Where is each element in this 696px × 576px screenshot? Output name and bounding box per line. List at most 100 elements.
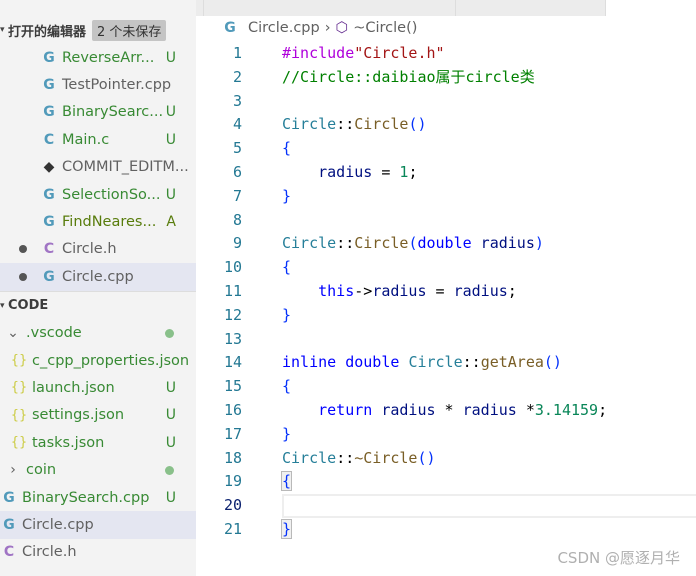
code-line[interactable]: 8 — [196, 209, 696, 233]
chevron-down-icon: ⌄ — [7, 325, 19, 342]
code-token: = — [372, 163, 400, 181]
code-text: Circle::~Circle() — [282, 447, 436, 471]
file-item[interactable]: G ReverseArr... U — [0, 44, 196, 71]
file-item[interactable]: G TestPointer.cpp — [0, 71, 196, 98]
file-item[interactable]: G BinarySearch.cpp U — [0, 484, 196, 511]
code-token: { — [282, 377, 292, 396]
code-token: radius — [318, 163, 373, 181]
code-line[interactable]: 21} — [196, 518, 696, 542]
code-line[interactable]: 12} — [196, 304, 696, 328]
code-token: ; — [408, 163, 418, 181]
code-token: //Circle::daibiao属于circle类 — [282, 67, 535, 86]
breadcrumb-symbol[interactable]: ~Circle() — [353, 20, 417, 36]
file-name: settings.json — [32, 407, 125, 424]
line-number: 21 — [223, 520, 242, 538]
code-token: () — [417, 448, 436, 467]
code-token: -> — [354, 282, 373, 300]
code-line[interactable]: 11 this->radius = radius; — [196, 280, 696, 304]
code-line[interactable]: 7} — [196, 185, 696, 209]
git-status: U — [165, 131, 176, 148]
file-name: BinarySearch.cpp — [22, 489, 150, 506]
code-line[interactable]: 1 #include"Circle.h" — [196, 42, 696, 66]
code-text: } — [280, 518, 293, 542]
watermark: CSDN @愿逐月华 — [557, 549, 680, 567]
line-number: 17 — [223, 424, 242, 443]
file-item[interactable]: ◆ COMMIT_EDITM... — [0, 154, 196, 181]
file-name: launch.json — [32, 379, 115, 396]
git-status: U — [165, 104, 176, 121]
cpp-file-icon: G — [43, 49, 55, 66]
code-line[interactable]: 19 { — [196, 470, 696, 494]
file-item[interactable]: C Circle.h — [0, 539, 196, 566]
file-name: SelectionSo... — [62, 186, 161, 203]
file-item[interactable]: {} launch.json U — [0, 374, 196, 401]
line-number: 11 — [223, 282, 242, 300]
tab[interactable] — [204, 0, 456, 16]
file-name: coin — [26, 462, 57, 479]
code-token: double — [417, 234, 472, 253]
line-number: 19 — [223, 472, 242, 491]
modified-dot-icon — [165, 465, 174, 475]
line-number: 12 — [223, 305, 242, 324]
file-name: Circle.h — [62, 241, 117, 258]
unsaved-dot-icon — [19, 272, 27, 281]
code-line[interactable]: 16 return radius * radius *3.14159; — [196, 399, 696, 423]
code-line[interactable]: 18 Circle::~Circle() — [196, 447, 696, 471]
code-line[interactable]: 3 — [196, 90, 696, 114]
git-status: U — [165, 49, 176, 66]
code-token: { — [282, 139, 292, 158]
file-name: tasks.json — [32, 434, 105, 451]
code-text: Circle::Circle() — [282, 113, 427, 137]
line-number: 16 — [223, 401, 242, 419]
file-item[interactable]: {} settings.json U — [0, 402, 196, 429]
file-item[interactable]: G FindNeares... A — [0, 208, 196, 235]
code-text: } — [282, 423, 291, 447]
file-item[interactable]: G SelectionSo... U — [0, 181, 196, 208]
file-item[interactable]: {} tasks.json U — [0, 429, 196, 456]
open-editors-header[interactable]: ▾ 打开的编辑器 2 个未保存 — [0, 16, 196, 44]
line-number: 8 — [232, 210, 242, 229]
file-item[interactable]: C Circle.h — [0, 236, 196, 263]
chevron-down-icon: ▾ — [0, 300, 5, 311]
breadcrumb-file[interactable]: Circle.cpp — [248, 20, 320, 36]
file-item[interactable]: C Main.c U — [0, 126, 196, 153]
code-line[interactable]: 14 inline double Circle::getArea() — [196, 351, 696, 375]
code-token: "Circle.h" — [354, 44, 445, 62]
code-line[interactable]: 6 radius = 1; — [196, 161, 696, 185]
code-token: getArea — [480, 353, 544, 372]
code-text: radius = 1; — [282, 161, 417, 185]
code-token: ~Circle — [354, 448, 418, 467]
code-line[interactable]: 4 Circle::Circle() — [196, 113, 696, 137]
file-item[interactable]: G BinarySearc... U — [0, 99, 196, 126]
code-line[interactable]: 2 //Circle::daibiao属于circle类 — [196, 66, 696, 90]
code-line[interactable]: 20 — [196, 494, 696, 518]
code-line[interactable]: 9 Circle::Circle(double radius) — [196, 232, 696, 256]
code-text: } — [282, 185, 291, 209]
code-text: this->radius = radius; — [282, 280, 517, 304]
sidebar-top — [0, 0, 196, 16]
code-line[interactable]: 15 { — [196, 375, 696, 399]
file-item[interactable]: › coin — [0, 456, 196, 483]
file-name: Main.c — [62, 131, 110, 148]
code-token: radius — [462, 401, 517, 419]
file-item[interactable]: G Circle.cpp — [0, 263, 196, 291]
tab[interactable] — [196, 0, 204, 16]
file-name: ReverseArr... — [62, 49, 155, 66]
code-line[interactable]: 17} — [196, 423, 696, 447]
json-file-icon: {} — [10, 353, 28, 369]
code-line[interactable]: 13 — [196, 328, 696, 352]
tab[interactable] — [456, 0, 606, 16]
code-token: return — [318, 401, 373, 419]
code-line[interactable]: 10 { — [196, 256, 696, 280]
file-item[interactable]: G Circle.cpp — [0, 511, 196, 539]
file-item[interactable]: {} c_cpp_properties.json — [0, 347, 196, 374]
code-token: Circle — [408, 353, 463, 372]
file-item[interactable]: ⌄ .vscode — [0, 320, 196, 347]
sidebar: ▾ 打开的编辑器 2 个未保存 G ReverseArr... U G TestPointe… — [0, 0, 196, 576]
explorer-header[interactable]: ▾ CODE — [0, 292, 196, 320]
code-line[interactable]: 5{ — [196, 137, 696, 161]
tab-active[interactable] — [606, 0, 696, 16]
code-text: } — [282, 304, 291, 328]
file-name: c_cpp_properties.json — [32, 352, 190, 369]
code-token: #include — [282, 44, 355, 62]
